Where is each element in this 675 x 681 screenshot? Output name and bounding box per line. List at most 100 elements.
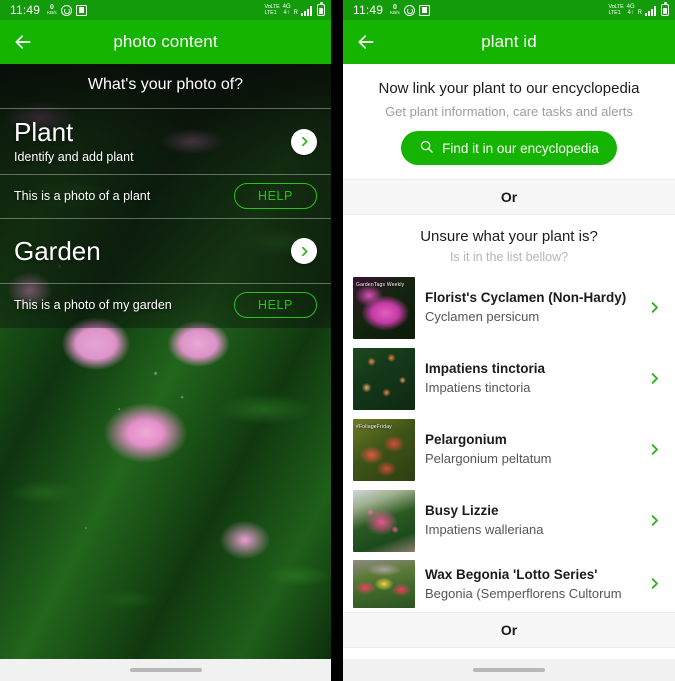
status-bar-left: 11:49 0 KB/s VoLTE LTE1 4G 4↑ R (0, 0, 331, 20)
left-app-bar: photo content (0, 20, 331, 64)
plant-common-name: Pelargonium (425, 432, 507, 448)
photo-question-label: What's your photo of? (87, 76, 244, 93)
encyclopedia-section: Now link your plant to our encyclopedia … (343, 64, 675, 179)
list-item[interactable]: Wax Begonia 'Lotto Series' Begonia (Semp… (343, 556, 675, 612)
photo-preview: What's your photo of? Plant Identify and… (0, 64, 331, 659)
app-icon (418, 4, 430, 16)
back-arrow-icon[interactable] (0, 20, 46, 64)
plant-latin-name: Begonia (Semperflorens Cultorum (425, 585, 622, 601)
roaming-letter: R (637, 10, 642, 16)
plant-common-name: Impatiens tinctoria (425, 361, 546, 377)
option-garden-help-label: This is a photo of my garden (14, 298, 172, 313)
status-time: 11:49 (10, 3, 41, 17)
plant-row-texts: Impatiens tinctoria Impatiens tinctoria (425, 360, 633, 397)
panel-separator (331, 0, 343, 681)
ask-community-wrap: Ask the community to identify this plant (343, 648, 675, 659)
left-nav-bar (0, 659, 331, 681)
plant-latin-name: Impatiens walleriana (425, 522, 544, 538)
home-gesture-pill[interactable] (129, 668, 202, 672)
plant-common-name: Florist's Cyclamen (Non-Hardy) (425, 290, 627, 306)
option-plant: Plant Identify and add plant This is a p… (0, 108, 331, 218)
plant-common-name: Wax Begonia 'Lotto Series' (425, 566, 598, 582)
list-item[interactable]: Impatiens tinctoria Impatiens tinctoria (343, 343, 675, 414)
status-left-icons: 0 KB/s (47, 4, 87, 16)
network-speed-indicator: 0 KB/s (47, 4, 57, 16)
garden-help-button[interactable]: HELP (233, 292, 317, 319)
roaming-indicator: R (638, 10, 642, 16)
network-type-bottom: 4↑ (627, 10, 634, 16)
plant-thumbnail: GardenTags Weekly (353, 276, 415, 339)
battery-icon (661, 2, 669, 17)
page-title: photo content (113, 32, 218, 51)
plant-thumbnail (353, 347, 415, 410)
list-item[interactable]: Busy Lizzie Impatiens walleriana (343, 485, 675, 556)
plant-thumbnail (353, 560, 415, 608)
thumbnail-tag: #FoliageFriday (356, 423, 392, 430)
thumbnail-tag: GardenTags Weekly (356, 281, 405, 288)
network-speed-unit: KB/s (390, 10, 400, 16)
community-section: Or Ask the community to identify this pl… (343, 612, 675, 659)
plant-latin-name: Cyclamen persicum (425, 309, 540, 325)
option-plant-help-label: This is a photo of a plant (14, 189, 151, 204)
plant-latin-name: Impatiens tinctoria (425, 380, 531, 396)
plant-common-name: Busy Lizzie (425, 503, 499, 519)
status-time: 11:49 (353, 3, 384, 17)
unsure-headline: Unsure what your plant is? (420, 228, 598, 245)
right-app-bar: plant id (343, 20, 675, 64)
roaming-indicator: R (294, 10, 298, 16)
option-garden: Garden This is a photo of my garden HELP (0, 218, 331, 327)
volte-bottom: LTE1 (608, 9, 621, 16)
list-item[interactable]: GardenTags Weekly Florist's Cyclamen (No… (343, 272, 675, 343)
chevron-right-icon[interactable] (643, 300, 665, 315)
or-divider-top: Or (343, 179, 675, 215)
search-icon (419, 139, 434, 157)
left-phone-panel: 11:49 0 KB/s VoLTE LTE1 4G 4↑ R photo co… (0, 0, 331, 681)
home-gesture-pill[interactable] (473, 668, 545, 672)
network-speed-indicator: 0 KB/s (390, 4, 400, 16)
chevron-right-icon[interactable] (291, 128, 317, 155)
option-plant-subtitle: Identify and add plant (14, 150, 134, 165)
signal-bars-icon (301, 5, 312, 17)
option-plant-title: Plant (14, 117, 74, 147)
right-phone-panel: 11:49 0 KB/s VoLTE LTE1 4G 4↑ R plant id… (343, 0, 675, 681)
option-garden-title: Garden (14, 235, 101, 266)
option-plant-texts: Plant Identify and add plant (14, 117, 291, 165)
option-garden-button[interactable]: Garden (0, 219, 331, 283)
plant-suggestion-list: GardenTags Weekly Florist's Cyclamen (No… (343, 272, 675, 612)
whatsapp-icon (60, 4, 72, 16)
find-in-encyclopedia-label: Find it in our encyclopedia (442, 140, 599, 156)
status-right-icons: VoLTE LTE1 4G 4↑ R (608, 2, 669, 17)
list-item[interactable]: #FoliageFriday Pelargonium Pelargonium p… (343, 414, 675, 485)
status-right-icons: VoLTE LTE1 4G 4↑ R (264, 2, 325, 17)
option-plant-button[interactable]: Plant Identify and add plant (0, 109, 331, 174)
encyclopedia-headline: Now link your plant to our encyclopedia (378, 80, 640, 97)
back-arrow-icon[interactable] (343, 20, 389, 64)
chevron-right-icon[interactable] (291, 238, 317, 265)
plant-help-button[interactable]: HELP (233, 183, 317, 210)
status-bar-right: 11:49 0 KB/s VoLTE LTE1 4G 4↑ R (343, 0, 675, 20)
screenshot-root: 11:49 0 KB/s VoLTE LTE1 4G 4↑ R photo co… (0, 0, 675, 681)
network-type-indicator: 4G 4↑ (283, 4, 291, 17)
network-type-indicator: 4G 4↑ (627, 4, 635, 17)
find-in-encyclopedia-button[interactable]: Find it in our encyclopedia (401, 131, 617, 165)
chevron-right-icon[interactable] (643, 576, 665, 593)
plant-row-texts: Busy Lizzie Impatiens walleriana (425, 502, 633, 539)
unsure-section: Unsure what your plant is? Is it in the … (343, 215, 675, 272)
right-nav-bar (343, 659, 675, 681)
network-type-bottom: 4↑ (283, 10, 290, 16)
unsure-subtitle: Is it in the list bellow? (449, 250, 569, 264)
option-plant-help-row: This is a photo of a plant HELP (0, 175, 331, 218)
option-garden-help-row: This is a photo of my garden HELP (0, 284, 331, 327)
chevron-right-icon[interactable] (643, 371, 665, 386)
plant-id-content: Now link your plant to our encyclopedia … (343, 64, 675, 659)
network-speed-unit: KB/s (47, 10, 57, 16)
plant-thumbnail (353, 489, 415, 552)
plant-thumbnail: #FoliageFriday (353, 418, 415, 481)
chevron-right-icon[interactable] (643, 513, 665, 528)
volte-indicator: VoLTE LTE1 (608, 4, 624, 17)
volte-bottom: LTE1 (264, 9, 277, 16)
encyclopedia-subtitle: Get plant information, care tasks and al… (385, 104, 633, 119)
chevron-right-icon[interactable] (643, 442, 665, 457)
option-garden-texts: Garden (14, 235, 291, 266)
volte-indicator: VoLTE LTE1 (264, 4, 280, 17)
